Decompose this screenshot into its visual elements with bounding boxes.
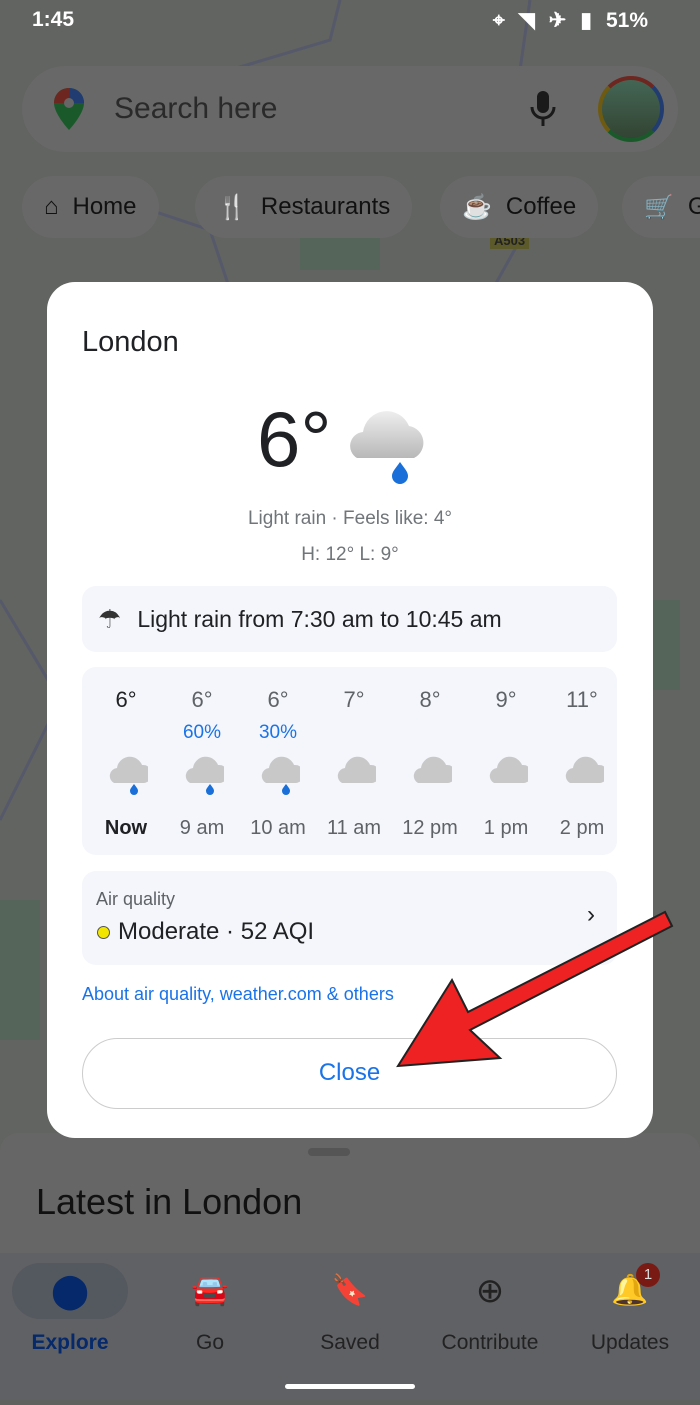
bottom-sheet[interactable]: Latest in London xyxy=(0,1133,700,1253)
maps-logo-icon xyxy=(54,88,84,130)
hour-column: 9° 1 pm xyxy=(468,667,544,855)
battery-icon: ▮ xyxy=(580,9,592,32)
chip-groceries[interactable]: 🛒 G xyxy=(622,176,700,238)
chip-home[interactable]: ⌂ Home xyxy=(22,176,159,238)
nav-explore[interactable]: ⬤ Explore xyxy=(0,1263,140,1355)
hour-column: 11° 2 pm xyxy=(544,667,620,855)
hour-precip: 30% xyxy=(258,722,298,743)
status-time: 1:45 xyxy=(32,8,75,31)
hourly-forecast[interactable]: 6° Now 6° 60% 9 am 6° 30% 10 am 7° 11 am 8° … xyxy=(82,667,617,855)
wifi-icon: ◥ xyxy=(518,9,535,32)
drag-handle[interactable] xyxy=(308,1148,350,1156)
nav-saved[interactable]: 🔖 Saved xyxy=(280,1263,420,1355)
cloud-icon xyxy=(489,756,528,783)
restaurant-icon: 🍴 xyxy=(217,193,247,221)
rain-cloud-icon xyxy=(109,756,148,795)
hour-column: 6° Now xyxy=(88,667,164,855)
hour-column: 6° 30% 10 am xyxy=(240,667,316,855)
hour-precip: 60% xyxy=(182,722,222,743)
rain-alert: ☂ Light rain from 7:30 am to 10:45 am xyxy=(82,586,617,652)
chip-coffee[interactable]: ☕ Coffee xyxy=(440,176,599,238)
rain-cloud-icon xyxy=(261,756,300,795)
city-name: London xyxy=(82,326,179,358)
location-icon: ⌖ xyxy=(492,8,505,32)
nav-go[interactable]: 🚘 Go xyxy=(140,1263,280,1355)
home-indicator[interactable] xyxy=(285,1384,415,1389)
aqi-dot xyxy=(97,926,110,939)
hour-time: 2 pm xyxy=(559,817,605,839)
rain-cloud-icon xyxy=(185,756,224,795)
status-icons: ⌖ ◥ ✈ ▮ 51% xyxy=(493,8,648,33)
commute-icon: 🚘 xyxy=(191,1274,229,1307)
hour-temp: 6° xyxy=(115,687,137,712)
battery-level: 51% xyxy=(605,8,648,32)
close-button[interactable]: Close xyxy=(82,1038,617,1109)
cloud-icon xyxy=(565,756,604,783)
cart-icon: 🛒 xyxy=(644,193,674,221)
bell-icon: 🔔 xyxy=(611,1274,649,1307)
add-circle-icon: ⊕ xyxy=(475,1272,505,1310)
sheet-title: Latest in London xyxy=(36,1181,303,1222)
air-quality-label: Air quality xyxy=(96,889,176,909)
hour-temp: 6° xyxy=(191,687,213,712)
high-low-text: H: 12° L: 9° xyxy=(301,544,399,565)
search-input[interactable]: Search here xyxy=(114,92,528,126)
hour-temp: 11° xyxy=(566,687,598,712)
hour-column: 7° 11 am xyxy=(316,667,392,855)
cloud-icon xyxy=(337,756,376,783)
chip-restaurants[interactable]: 🍴 Restaurants xyxy=(195,176,413,238)
sources-link[interactable]: About air quality, weather.com & others xyxy=(82,984,394,1005)
nav-contribute[interactable]: ⊕ Contribute xyxy=(420,1263,560,1355)
hour-time: Now xyxy=(104,817,148,839)
hour-temp: 6° xyxy=(267,687,289,712)
hour-column: 6° 60% 9 am xyxy=(164,667,240,855)
condition-text: Light rain · Feels like: 4° xyxy=(247,508,453,529)
hour-temp: 7° xyxy=(343,687,365,712)
current-temp: 6° xyxy=(257,395,332,483)
hour-temp: 8° xyxy=(419,687,441,712)
air-quality-value: Moderate · 52 AQI xyxy=(118,918,315,945)
bottom-nav: ⬤ Explore 🚘 Go 🔖 Saved ⊕ Contribute 🔔 Updates… xyxy=(0,1253,700,1400)
hour-column: 8° 12 pm xyxy=(392,667,468,855)
rain-cloud-icon xyxy=(350,411,424,484)
coffee-icon: ☕ xyxy=(462,193,492,221)
cloud-icon xyxy=(413,756,452,783)
updates-badge: 1 xyxy=(636,1263,660,1287)
rain-cloud-outline-icon: ☂ xyxy=(98,603,122,634)
weather-dialog: London 6° Light rain · Feels like: 4° H:… xyxy=(47,282,653,1138)
nav-updates[interactable]: 🔔 Updates 1 xyxy=(560,1263,700,1355)
airplane-icon: ✈ xyxy=(548,9,567,32)
hour-temp: 9° xyxy=(495,687,517,712)
hour-time: 1 pm xyxy=(483,817,529,839)
avatar[interactable] xyxy=(598,76,664,142)
hour-time: 11 am xyxy=(326,817,382,839)
search-bar[interactable]: Search here xyxy=(22,66,678,152)
bookmark-icon: 🔖 xyxy=(331,1274,369,1307)
chevron-right-icon: › xyxy=(587,901,595,928)
hour-time: 12 pm xyxy=(402,817,458,839)
home-icon: ⌂ xyxy=(44,193,59,220)
hour-time: 9 am xyxy=(179,817,225,839)
pin-icon: ⬤ xyxy=(50,1272,90,1310)
microphone-icon[interactable] xyxy=(528,89,558,129)
hour-time: 10 am xyxy=(250,817,306,839)
air-quality-row[interactable]: Air quality Moderate · 52 AQI › xyxy=(82,871,617,965)
